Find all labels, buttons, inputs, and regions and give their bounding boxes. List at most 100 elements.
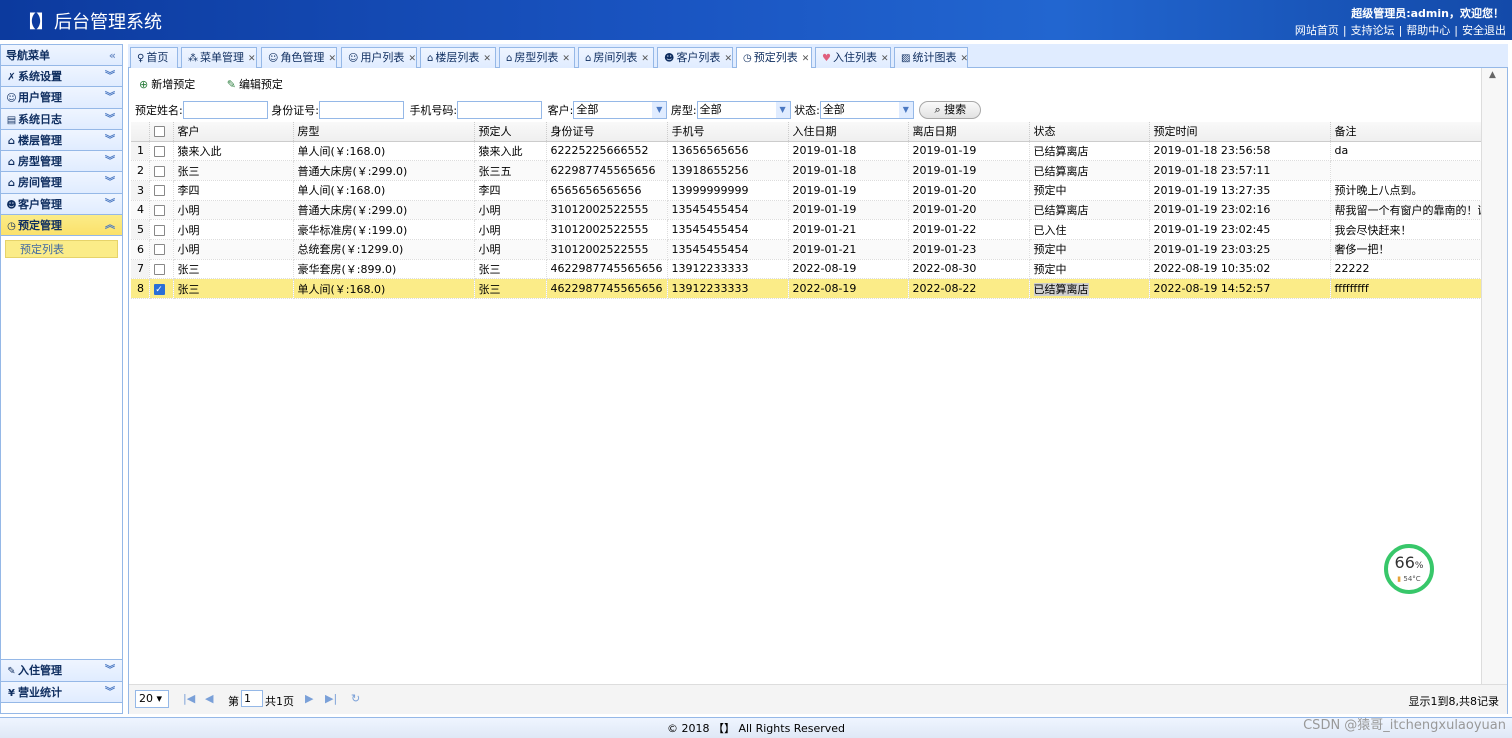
- table-row[interactable]: 2 张三 普通大床房(￥:299.0) 张三五 622987745565656 13918…: [131, 160, 1482, 181]
- row-checkbox[interactable]: [153, 185, 165, 197]
- select-all-checkbox[interactable]: [153, 126, 165, 138]
- table-row[interactable]: 7 张三 豪华套房(￥:899.0) 张三 4622987745565656 139122…: [131, 259, 1482, 280]
- link-home[interactable]: 网站首页: [1295, 24, 1339, 37]
- row-number: 8: [131, 278, 150, 299]
- col-header[interactable]: 房型: [293, 122, 475, 142]
- col-header[interactable]: 离店日期: [908, 122, 1030, 142]
- table-cell: 李四: [474, 180, 547, 201]
- next-page-icon[interactable]: ▶: [305, 692, 313, 705]
- log-icon: ▤: [6, 114, 17, 126]
- performance-gauge[interactable]: 66% ▮ 54°C: [1384, 544, 1434, 594]
- link-help[interactable]: 帮助中心: [1406, 24, 1450, 37]
- table-cell: 2019-01-18 23:57:11: [1149, 160, 1331, 181]
- close-icon[interactable]: ✕: [724, 54, 732, 64]
- close-icon[interactable]: ✕: [483, 54, 491, 64]
- roomtype-filter-select[interactable]: 全部 ▼: [696, 101, 791, 119]
- last-page-icon[interactable]: ▶|: [325, 692, 337, 705]
- close-icon[interactable]: ✕: [562, 54, 570, 64]
- tab-user-list[interactable]: ☺ 用户列表 ✕: [341, 47, 417, 68]
- table-cell: 张三五: [474, 160, 547, 181]
- tab-room-list[interactable]: ⌂ 房间列表 ✕: [578, 47, 654, 68]
- col-header[interactable]: 预定时间: [1149, 122, 1331, 142]
- name-filter-input[interactable]: [182, 101, 268, 119]
- row-checkbox[interactable]: [153, 145, 165, 157]
- edit-icon: ✎: [226, 78, 236, 91]
- row-checkbox[interactable]: [153, 204, 165, 216]
- customer-icon: ☻: [664, 53, 675, 64]
- table-row[interactable]: 6 小明 总统套房(￥:1299.0) 小明 31012002522555 1354545…: [131, 239, 1482, 260]
- add-reservation-button[interactable]: ⊕ 新增预定: [139, 78, 209, 91]
- link-forum[interactable]: 支持论坛: [1351, 24, 1395, 37]
- row-checkbox[interactable]: [153, 224, 165, 236]
- sidebar-item-rooms[interactable]: ⌂ 房间管理 ︾: [1, 172, 122, 194]
- col-header[interactable]: 身份证号: [546, 122, 668, 142]
- sidebar-item-system-settings[interactable]: ✗ 系统设置 ︾: [1, 66, 122, 88]
- chevron-down-icon: ︾: [105, 177, 115, 189]
- edit-reservation-button[interactable]: ✎ 编辑预定: [227, 78, 297, 91]
- vertical-scrollbar[interactable]: ▲: [1481, 68, 1507, 684]
- table-row[interactable]: 4 小明 普通大床房(￥:299.0) 小明 31012002522555 1354545…: [131, 200, 1482, 221]
- refresh-icon[interactable]: ↻: [351, 692, 360, 705]
- col-header[interactable]: 手机号: [667, 122, 789, 142]
- sidebar-item-reservations[interactable]: ◷ 预定管理 ︽: [1, 215, 122, 237]
- sidebar-item-checkin[interactable]: ✎ 入住管理 ︾: [1, 660, 122, 682]
- sidebar-item-room-types[interactable]: ⌂ 房型管理 ︾: [1, 151, 122, 173]
- customer-filter-select[interactable]: 全部 ▼: [573, 101, 668, 119]
- page-number-input[interactable]: 1: [241, 690, 263, 707]
- table-row[interactable]: 1 猿来入此 单人间(￥:168.0) 猿来入此 62225225666552 13656…: [131, 141, 1482, 162]
- tab-room-type-list[interactable]: ⌂ 房型列表 ✕: [499, 47, 575, 68]
- tab-checkin-list[interactable]: ♥ 入住列表 ✕: [815, 47, 891, 68]
- collapse-sidebar-icon[interactable]: «: [109, 45, 116, 66]
- prev-page-icon[interactable]: ◀: [205, 692, 213, 705]
- sidebar-item-stats[interactable]: ¥ 营业统计 ︾: [1, 681, 122, 703]
- col-header[interactable]: 备注: [1330, 122, 1482, 142]
- search-button[interactable]: ⌕ 搜索: [919, 101, 982, 119]
- tab-customer-list[interactable]: ☻ 客户列表 ✕: [657, 47, 733, 68]
- close-icon[interactable]: ✕: [641, 54, 649, 64]
- sidebar-item-customers[interactable]: ☻客户管理 ︾: [1, 193, 122, 216]
- table-row[interactable]: 8 ✓ 张三 单人间(￥:168.0) 张三 4622987745565656 139122…: [131, 278, 1482, 299]
- tab-reservation-list[interactable]: ◷ 预定列表 ✕: [736, 47, 812, 69]
- close-icon[interactable]: ✕: [328, 54, 336, 64]
- status-filter-select[interactable]: 全部 ▼: [819, 101, 914, 119]
- col-header[interactable]: 客户: [173, 122, 294, 142]
- table-cell: 2019-01-21: [788, 239, 909, 260]
- tab-role-manage[interactable]: ☺ 角色管理 ✕: [261, 47, 337, 68]
- close-icon[interactable]: ✕: [248, 54, 256, 64]
- first-page-icon[interactable]: |◀: [183, 692, 195, 705]
- table-cell: 奢侈一把！: [1330, 239, 1482, 260]
- status-filter-label: 状态:: [794, 104, 820, 117]
- tab-stats-chart[interactable]: ▨ 统计图表 ✕: [894, 47, 968, 68]
- row-checkbox[interactable]: ✓: [153, 283, 165, 295]
- col-header[interactable]: 入住日期: [788, 122, 909, 142]
- col-header[interactable]: 状态: [1029, 122, 1150, 142]
- row-checkbox[interactable]: [153, 244, 165, 256]
- table-row[interactable]: 3 李四 单人间(￥:168.0) 李四 6565656565656 1399999999…: [131, 180, 1482, 201]
- sidebar-item-logs[interactable]: ▤ 系统日志 ︾: [1, 108, 122, 130]
- tab-home[interactable]: ♀ 首页: [130, 47, 178, 68]
- link-logout[interactable]: 安全退出: [1462, 24, 1506, 37]
- row-checkbox[interactable]: [153, 263, 165, 275]
- sidebar-item-floors[interactable]: ⌂ 楼层管理 ︾: [1, 129, 122, 152]
- sidebar-item-users[interactable]: ☺用户管理 ︾: [1, 87, 122, 109]
- scroll-up-icon[interactable]: ▲: [1489, 70, 1496, 80]
- table-cell: 小明: [474, 219, 547, 240]
- sidebar-subitem-reservation-list[interactable]: 预定列表: [5, 240, 118, 259]
- tree-icon: ⁂: [188, 53, 198, 64]
- table-cell: 62225225666552: [546, 141, 668, 162]
- close-icon[interactable]: ✕: [802, 54, 810, 64]
- row-checkbox[interactable]: [153, 165, 165, 177]
- page-size-select[interactable]: 20 ▾: [135, 690, 169, 708]
- close-icon[interactable]: ✕: [960, 54, 968, 64]
- tab-floor-list[interactable]: ⌂ 楼层列表 ✕: [420, 47, 496, 68]
- close-icon[interactable]: ✕: [408, 54, 416, 64]
- table-row[interactable]: 5 小明 豪华标准房(￥:199.0) 小明 31012002522555 1354545…: [131, 219, 1482, 240]
- table-body: 1 猿来入此 单人间(￥:168.0) 猿来入此 62225225666552 13656…: [131, 141, 1482, 299]
- phone-filter-input[interactable]: [457, 101, 543, 119]
- id-filter-input[interactable]: [318, 101, 404, 119]
- watermark: CSDN @猿哥_itchengxulaoyuan: [1303, 718, 1506, 733]
- tab-menu-manage[interactable]: ⁂ 菜单管理 ✕: [181, 47, 257, 68]
- col-header[interactable]: 预定人: [474, 122, 547, 142]
- table-cell: 22222: [1330, 259, 1482, 280]
- close-icon[interactable]: ✕: [881, 54, 889, 64]
